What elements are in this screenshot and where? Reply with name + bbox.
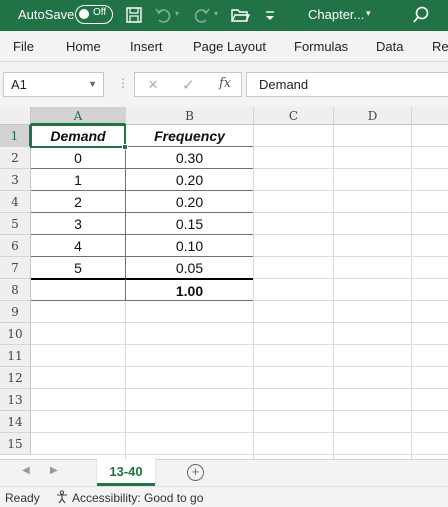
redo-dropdown-icon[interactable]: ▾ (214, 9, 218, 18)
undo-icon[interactable] (153, 5, 173, 25)
row-header[interactable]: 11 (0, 345, 31, 367)
row-header[interactable]: 6 (0, 235, 31, 257)
row-header[interactable]: 5 (0, 213, 31, 235)
enter-icon[interactable]: ✓ (182, 76, 195, 94)
undo-dropdown-icon[interactable]: ▾ (175, 9, 179, 18)
column-header-d[interactable]: D (334, 107, 412, 125)
save-icon[interactable] (124, 5, 144, 25)
column-header-e[interactable] (412, 107, 448, 125)
search-icon[interactable] (411, 5, 431, 25)
name-box-dropdown-icon[interactable]: ▼ (88, 79, 97, 89)
tab-home[interactable]: Home (66, 39, 101, 54)
tab-insert[interactable]: Insert (130, 39, 163, 54)
insert-function-icon[interactable]: fx (219, 76, 231, 91)
sheet-tab-active[interactable]: 13-40 (97, 459, 155, 486)
row-header[interactable]: 14 (0, 411, 31, 433)
tab-page-layout[interactable]: Page Layout (193, 39, 266, 54)
ribbon-tabs: File Home Insert Page Layout Formulas Da… (0, 31, 448, 62)
sheet-scroll-right-icon[interactable]: ▶ (50, 465, 58, 476)
column-header-b[interactable]: B (126, 107, 254, 125)
toggle-knob (79, 9, 89, 19)
sheet-tab-bar: ◀ ▶ 13-40 + (0, 459, 448, 486)
formula-input[interactable]: Demand (246, 72, 448, 97)
autosave-toggle[interactable]: Off (75, 5, 113, 24)
tab-data[interactable]: Data (376, 39, 403, 54)
name-box[interactable]: A1 ▼ (3, 72, 104, 97)
formula-bar-grip-icon[interactable]: ⋮ (117, 76, 129, 90)
title-bar: AutoSave Off ▾ ▾ Chapter... ▾ (0, 0, 448, 31)
row-header[interactable]: 8 (0, 279, 31, 301)
column-header-c[interactable]: C (254, 107, 334, 125)
row-header[interactable]: 10 (0, 323, 31, 345)
formula-bar: A1 ▼ ⋮ × ✓ fx Demand (0, 62, 448, 107)
formula-value: Demand (259, 77, 309, 92)
autosave-label: AutoSave (18, 7, 75, 22)
row-header[interactable]: 3 (0, 169, 31, 191)
customize-toolbar-icon[interactable] (260, 5, 280, 25)
title-dropdown-icon[interactable]: ▾ (366, 8, 371, 19)
document-title[interactable]: Chapter... (308, 7, 364, 22)
grid-lines (31, 125, 448, 459)
add-sheet-icon[interactable]: + (187, 464, 204, 481)
row-header[interactable]: 1 (0, 125, 31, 147)
row-header[interactable]: 7 (0, 257, 31, 279)
row-header[interactable]: 15 (0, 433, 31, 455)
toggle-state-label: Off (93, 7, 107, 18)
row-header[interactable]: 12 (0, 367, 31, 389)
worksheet-grid: A B C D 1 2 3 4 5 6 7 8 9 10 11 12 13 14… (0, 107, 448, 459)
status-bar: Ready Accessibility: Good to go (0, 486, 448, 507)
tab-review[interactable]: Re (432, 39, 448, 54)
open-folder-icon[interactable] (230, 5, 250, 25)
formula-buttons: × ✓ fx (134, 72, 242, 97)
accessibility-status[interactable]: Accessibility: Good to go (72, 491, 203, 505)
accessibility-icon[interactable] (55, 490, 69, 504)
tab-formulas[interactable]: Formulas (294, 39, 348, 54)
select-all-corner[interactable] (0, 107, 31, 125)
sheet-scroll-left-icon[interactable]: ◀ (22, 465, 30, 476)
row-header[interactable]: 2 (0, 147, 31, 169)
name-box-value: A1 (11, 77, 27, 92)
redo-icon[interactable] (192, 5, 212, 25)
column-header-a[interactable]: A (31, 107, 126, 125)
cancel-icon[interactable]: × (148, 75, 158, 95)
tab-file[interactable]: File (13, 39, 34, 54)
row-header[interactable]: 4 (0, 191, 31, 213)
row-header[interactable]: 9 (0, 301, 31, 323)
row-header[interactable]: 13 (0, 389, 31, 411)
status-ready: Ready (5, 491, 40, 505)
